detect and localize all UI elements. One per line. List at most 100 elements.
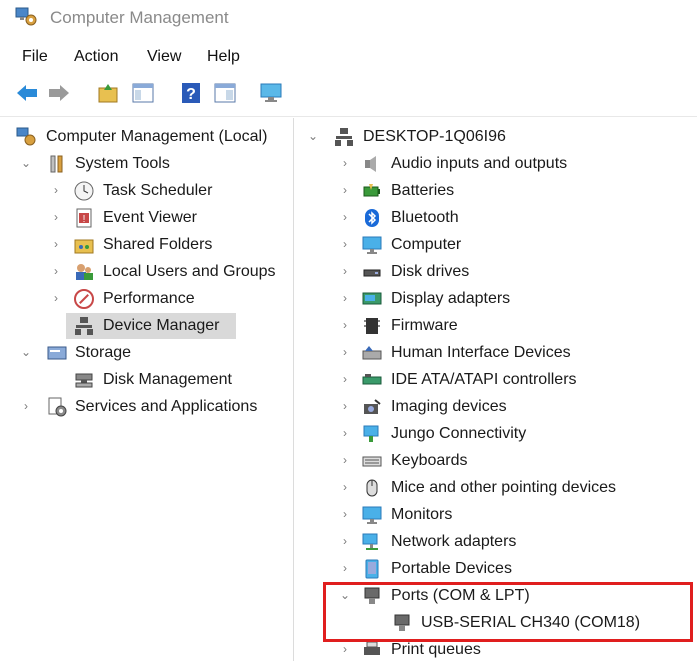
up-folder-icon[interactable]: [96, 80, 122, 106]
computer-node-icon: [335, 128, 353, 146]
computer-management-icon: [16, 127, 36, 146]
chevron-right-icon[interactable]: ›: [339, 453, 351, 467]
chevron-right-icon[interactable]: ›: [339, 372, 351, 386]
performance-icon: [74, 289, 94, 309]
device-category-item[interactable]: › Disk drives: [295, 259, 697, 285]
chevron-right-icon[interactable]: ›: [339, 507, 351, 521]
portable-device-icon: [365, 559, 379, 579]
disk-management-icon: [75, 373, 93, 388]
device-category-label: Display adapters: [391, 290, 511, 307]
chevron-right-icon[interactable]: ›: [20, 399, 32, 413]
network-adapter-icon: [362, 533, 378, 550]
device-category-item[interactable]: › Portable Devices: [295, 556, 697, 582]
device-category-label: Batteries: [391, 182, 455, 199]
device-category-item[interactable]: › Mice and other pointing devices: [295, 475, 697, 501]
svg-text:!: !: [83, 214, 86, 225]
device-category-item[interactable]: › Keyboards: [295, 448, 697, 474]
chevron-down-icon[interactable]: ⌄: [20, 345, 32, 359]
show-hide-console-tree-icon[interactable]: [130, 80, 156, 106]
device-category-item[interactable]: › IDE ATA/ATAPI controllers: [295, 367, 697, 393]
tree-item-computer-management[interactable]: Computer Management (Local): [0, 124, 293, 150]
chevron-right-icon[interactable]: ›: [339, 480, 351, 494]
storage-icon: [47, 346, 67, 360]
device-category-label: Computer: [391, 236, 462, 253]
menu-help[interactable]: Help: [207, 48, 240, 66]
chevron-right-icon[interactable]: ›: [339, 345, 351, 359]
device-category-label: Imaging devices: [391, 398, 507, 415]
mouse-icon: [366, 479, 378, 497]
device-category-label: Keyboards: [391, 452, 468, 469]
window-title: Computer Management: [50, 8, 229, 27]
chevron-right-icon[interactable]: ›: [50, 264, 62, 278]
device-category-item[interactable]: › Monitors: [295, 502, 697, 528]
chevron-down-icon[interactable]: ⌄: [20, 156, 32, 170]
tree-item-task-scheduler[interactable]: › Task Scheduler: [0, 178, 293, 204]
chevron-right-icon[interactable]: ›: [339, 399, 351, 413]
battery-icon: [363, 184, 380, 197]
device-category-item[interactable]: › Audio inputs and outputs: [295, 151, 697, 177]
speaker-icon: [365, 156, 376, 172]
keyboard-icon: [362, 456, 382, 467]
monitor-icon: [362, 506, 382, 524]
chevron-right-icon[interactable]: ›: [339, 318, 351, 332]
computer-management-icon: [15, 7, 37, 26]
chevron-right-icon[interactable]: ›: [339, 534, 351, 548]
monitor-icon[interactable]: [258, 80, 284, 106]
device-category-item[interactable]: › Firmware: [295, 313, 697, 339]
tree-item-system-tools[interactable]: ⌄ System Tools: [0, 151, 293, 177]
svg-text:?: ?: [186, 86, 196, 103]
device-root[interactable]: ⌄ DESKTOP-1Q06I96: [295, 124, 697, 150]
device-tree: ⌄ DESKTOP-1Q06I96 › Audio inputs and outp…: [295, 118, 697, 661]
device-category-item[interactable]: › Imaging devices: [295, 394, 697, 420]
camera-icon: [364, 399, 381, 414]
printer-icon: [364, 641, 380, 655]
device-category-item[interactable]: › Jungo Connectivity: [295, 421, 697, 447]
chevron-right-icon[interactable]: ›: [339, 156, 351, 170]
help-icon[interactable]: ?: [178, 80, 204, 106]
ide-controller-icon: [362, 374, 382, 385]
device-category-item[interactable]: › Batteries: [295, 178, 697, 204]
event-viewer-icon: !: [76, 208, 92, 228]
device-category-label: Disk drives: [391, 263, 470, 280]
chevron-right-icon[interactable]: ›: [50, 210, 62, 224]
menu-action[interactable]: Action: [74, 48, 118, 66]
back-arrow-icon[interactable]: [14, 80, 40, 106]
chevron-right-icon[interactable]: ›: [339, 426, 351, 440]
device-category-item[interactable]: › Network adapters: [295, 529, 697, 555]
device-category-label: Portable Devices: [391, 560, 512, 577]
chevron-right-icon[interactable]: ›: [339, 210, 351, 224]
tree-item-disk-management[interactable]: Disk Management: [0, 367, 293, 393]
tree-item-local-users[interactable]: › Local Users and Groups: [0, 259, 293, 285]
tree-item-performance[interactable]: › Performance: [0, 286, 293, 312]
menu-file[interactable]: File: [22, 48, 48, 66]
device-category-item[interactable]: › Display adapters: [295, 286, 697, 312]
forward-arrow-icon[interactable]: [46, 80, 72, 106]
chevron-right-icon[interactable]: ›: [339, 183, 351, 197]
show-action-pane-icon[interactable]: [212, 80, 238, 106]
tree-item-storage[interactable]: ⌄ Storage: [0, 340, 293, 366]
firmware-icon: [364, 318, 380, 334]
services-icon: [48, 397, 67, 417]
device-manager-icon: [75, 317, 93, 335]
chevron-down-icon[interactable]: ⌄: [307, 129, 319, 143]
device-category-item[interactable]: › Human Interface Devices: [295, 340, 697, 366]
chevron-right-icon[interactable]: ›: [339, 291, 351, 305]
device-category-item[interactable]: › Computer: [295, 232, 697, 258]
chevron-right-icon[interactable]: ›: [50, 291, 62, 305]
device-category-label: Audio inputs and outputs: [391, 155, 568, 172]
chevron-right-icon[interactable]: ›: [339, 642, 351, 656]
tree-item-event-viewer[interactable]: › ! Event Viewer: [0, 205, 293, 231]
tree-item-shared-folders[interactable]: › Shared Folders: [0, 232, 293, 258]
tree-item-device-manager[interactable]: Device Manager: [66, 313, 236, 339]
menu-view[interactable]: View: [147, 48, 181, 66]
device-category-label: IDE ATA/ATAPI controllers: [391, 371, 577, 388]
chevron-right-icon[interactable]: ›: [50, 183, 62, 197]
device-category-item[interactable]: › Bluetooth: [295, 205, 697, 231]
chevron-right-icon[interactable]: ›: [339, 264, 351, 278]
menu-bar: File Action View Help: [0, 44, 697, 72]
console-tree: Computer Management (Local) ⌄ System Too…: [0, 118, 294, 661]
tree-item-services[interactable]: › Services and Applications: [0, 394, 293, 420]
chevron-right-icon[interactable]: ›: [339, 237, 351, 251]
chevron-right-icon[interactable]: ›: [339, 561, 351, 575]
chevron-right-icon[interactable]: ›: [50, 237, 62, 251]
